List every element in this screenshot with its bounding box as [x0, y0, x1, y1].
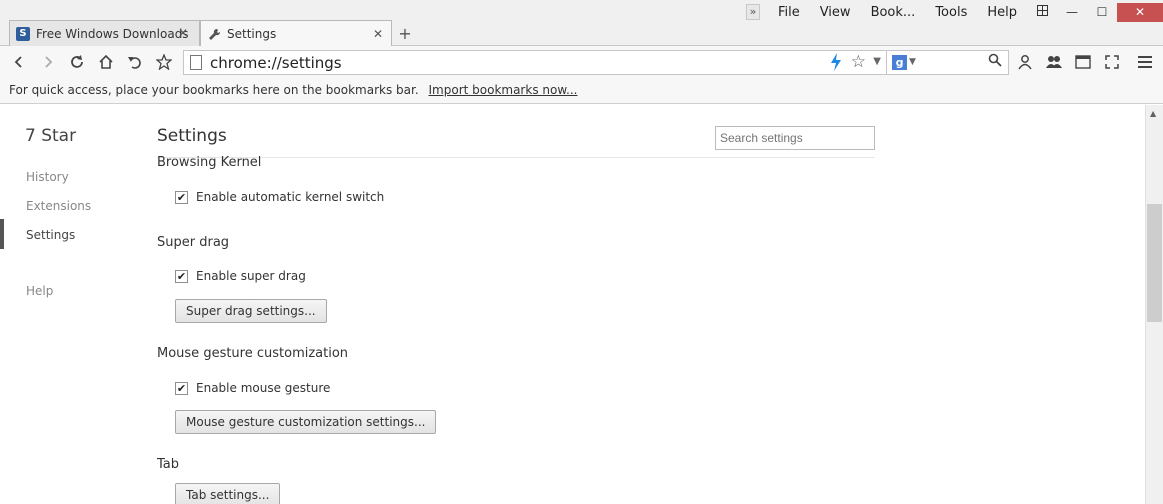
page-title: Settings: [157, 126, 227, 146]
layout-icon[interactable]: [1027, 5, 1057, 19]
nav-title: 7 Star: [25, 126, 77, 146]
nav-item-extensions[interactable]: Extensions: [26, 199, 91, 213]
checkbox-label: Enable mouse gesture: [196, 381, 331, 395]
nav-item-settings[interactable]: Settings: [26, 228, 75, 242]
close-tab-icon[interactable]: ✕: [371, 27, 385, 41]
window-icon[interactable]: [1073, 52, 1093, 72]
undo-icon[interactable]: [125, 52, 145, 72]
import-bookmarks-link[interactable]: Import bookmarks now...: [429, 83, 578, 97]
hamburger-menu-icon[interactable]: [1135, 52, 1155, 72]
tab-settings-button[interactable]: Tab settings...: [175, 483, 281, 504]
super-drag-row[interactable]: ✔ Enable super drag: [175, 269, 306, 283]
search-icon[interactable]: [988, 53, 1002, 71]
mouse-gesture-settings-button[interactable]: Mouse gesture customization settings...: [175, 410, 437, 434]
chevron-right-icon[interactable]: »: [745, 4, 760, 20]
lightning-icon[interactable]: [830, 53, 842, 75]
nav-item-history[interactable]: History: [26, 170, 69, 184]
home-icon[interactable]: [96, 52, 116, 72]
contacts-icon[interactable]: [1044, 52, 1064, 72]
tab-label: Settings: [227, 27, 277, 41]
menu-file[interactable]: File: [778, 5, 800, 20]
section-mouse-gesture: Mouse gesture customization: [157, 346, 349, 361]
section-tab: Tab: [157, 457, 180, 472]
menu-tools[interactable]: Tools: [935, 5, 967, 20]
checkbox-label: Enable automatic kernel switch: [196, 190, 385, 204]
kernel-switch-row[interactable]: ✔ Enable automatic kernel switch: [175, 190, 384, 204]
bookmarks-bar: For quick access, place your bookmarks h…: [0, 79, 1163, 104]
google-icon[interactable]: g: [892, 55, 907, 70]
super-drag-settings-button[interactable]: Super drag settings...: [175, 299, 327, 323]
bookmarks-message: For quick access, place your bookmarks h…: [9, 83, 419, 97]
section-browsing-kernel: Browsing Kernel: [157, 155, 262, 170]
menu-bar: » File View Book... Tools Help — ☐ ✕: [745, 2, 1163, 22]
close-window-icon[interactable]: ✕: [1117, 2, 1163, 22]
header-divider: [157, 157, 875, 158]
dropdown-arrow-icon[interactable]: ▼: [873, 56, 881, 67]
maximize-icon[interactable]: ☐: [1087, 5, 1117, 19]
settings-page: 7 Star History Extensions Settings Help …: [0, 105, 1145, 504]
address-bar[interactable]: chrome://settings ☆ ▼: [183, 50, 887, 75]
forward-icon[interactable]: [38, 52, 58, 72]
tab-free-windows-downloads[interactable]: S Free Windows Downloads: [9, 20, 200, 46]
scroll-up-icon[interactable]: ▲: [1150, 109, 1156, 118]
engine-dropdown-icon[interactable]: ▼: [909, 57, 916, 67]
vertical-scrollbar[interactable]: ▲: [1145, 105, 1163, 504]
bookmark-star-icon[interactable]: [154, 52, 174, 72]
wrench-icon: [207, 27, 221, 41]
menu-view[interactable]: View: [820, 5, 851, 20]
page-icon: [190, 55, 202, 70]
menu-bookmarks[interactable]: Book...: [871, 5, 916, 20]
menu-help[interactable]: Help: [987, 5, 1017, 20]
mouse-gesture-checkbox[interactable]: ✔: [175, 381, 188, 395]
tab-settings[interactable]: Settings ✕: [200, 20, 392, 47]
scroll-thumb[interactable]: [1147, 204, 1162, 322]
new-tab-button[interactable]: +: [396, 24, 414, 43]
minimize-icon[interactable]: —: [1057, 5, 1087, 19]
star-icon[interactable]: ☆: [851, 52, 866, 72]
search-engine-box[interactable]: g ▼: [887, 50, 1009, 75]
tab-label: Free Windows Downloads: [36, 26, 189, 41]
user-icon[interactable]: [1015, 52, 1035, 72]
reload-icon[interactable]: [67, 52, 87, 72]
kernel-switch-checkbox[interactable]: ✔: [175, 190, 188, 204]
super-drag-checkbox[interactable]: ✔: [175, 269, 188, 283]
back-icon[interactable]: [9, 52, 29, 72]
nav-item-help[interactable]: Help: [26, 284, 53, 298]
toolbar: chrome://settings ☆ ▼ g ▼: [0, 46, 1163, 79]
search-settings-input[interactable]: [715, 126, 875, 150]
nav-selected-indicator: [0, 219, 4, 249]
title-bar: S Free Windows Downloads Settings ✕ ✕ + …: [0, 0, 1163, 47]
mouse-gesture-row[interactable]: ✔ Enable mouse gesture: [175, 381, 330, 395]
softpedia-icon: S: [16, 26, 30, 41]
section-super-drag: Super drag: [157, 235, 230, 250]
fullscreen-icon[interactable]: [1102, 52, 1122, 72]
checkbox-label: Enable super drag: [196, 269, 306, 283]
url-text: chrome://settings: [210, 54, 342, 72]
